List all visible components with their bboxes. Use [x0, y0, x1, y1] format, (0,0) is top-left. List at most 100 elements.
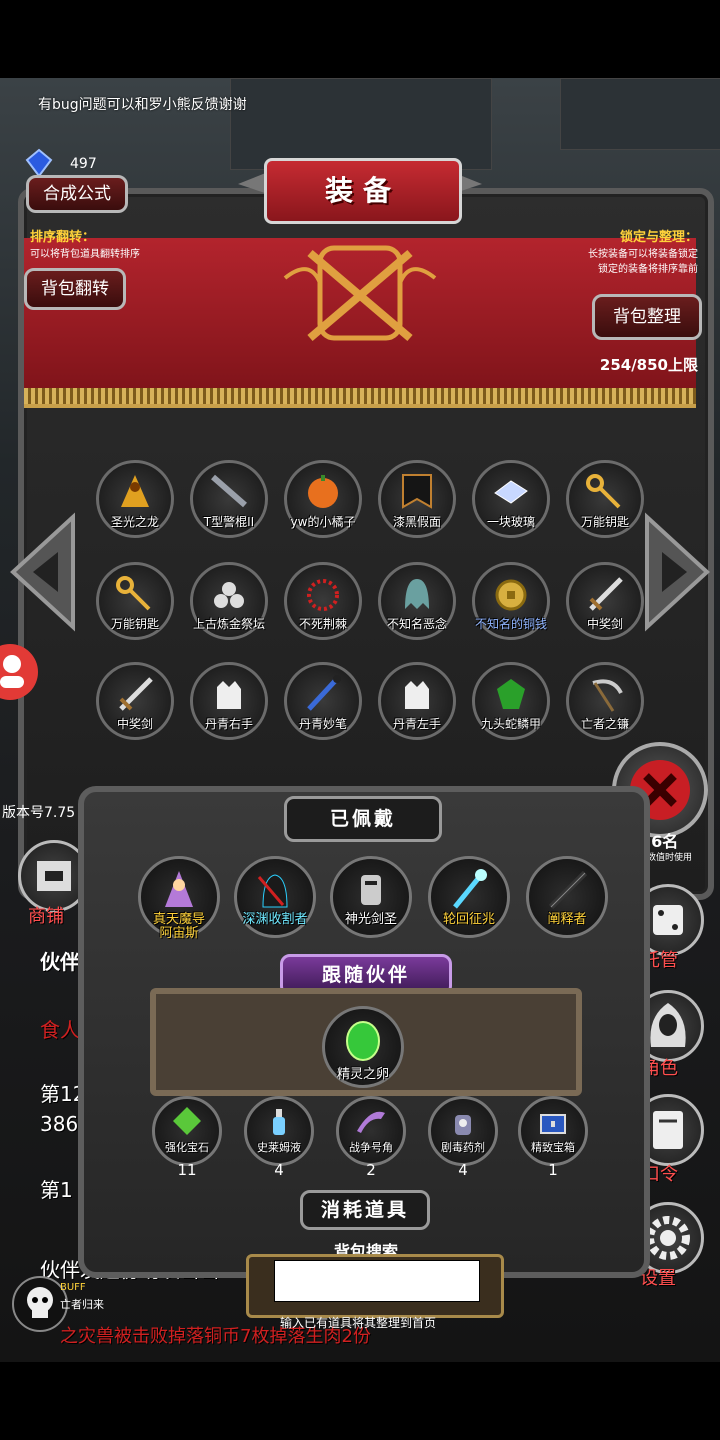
- lock-hint-title: 锁定与整理：: [619, 230, 698, 245]
- inventory-item-label: 万能钥匙: [110, 617, 159, 631]
- inventory-slot[interactable]: 亡者之镰: [566, 662, 644, 740]
- worn-item-label: 深渊收割者: [242, 912, 308, 927]
- inventory-slot[interactable]: 漆黑假面: [378, 460, 456, 538]
- worn-item-label: 神光剑圣: [344, 912, 397, 927]
- consumable-slot[interactable]: 战争号角 2: [336, 1096, 406, 1179]
- consumable-slot[interactable]: 强化宝石 11: [152, 1096, 222, 1179]
- white-glove-icon: [405, 681, 429, 709]
- buff-title: BUFF: [60, 1282, 86, 1293]
- scythe-icon: [592, 679, 623, 712]
- inventory-slot[interactable]: 不死荆棘: [284, 562, 362, 640]
- golden-key-icon: [586, 474, 621, 509]
- consumable-slot[interactable]: 史莱姆液 4: [244, 1096, 314, 1179]
- inventory-slot[interactable]: 九头蛇鳞甲: [472, 662, 550, 740]
- inventory-slot[interactable]: 万能钥匙: [566, 460, 644, 538]
- chat-line: 386: [40, 1112, 79, 1136]
- ice-staff-icon: [453, 869, 487, 909]
- inventory-item-label: 九头蛇鳞甲: [480, 717, 541, 731]
- companion-label: 精灵之卵: [336, 1067, 389, 1082]
- lock-hint: 锁定与整理： 长按装备可以将装备锁定 锁定的装备将排序靠前: [588, 226, 698, 275]
- inventory-slot[interactable]: 一块玻璃: [472, 460, 550, 538]
- status-bar: [0, 0, 720, 78]
- inventory-slot[interactable]: 圣光之龙: [96, 460, 174, 538]
- inventory-item-label: yw的小橘子: [290, 515, 356, 529]
- banner-fringe: [24, 388, 696, 404]
- companion-slot[interactable]: 精灵之卵: [322, 1006, 404, 1088]
- lock-hint-text-2: 锁定的装备将排序靠前: [598, 264, 698, 275]
- inventory-slot[interactable]: 中奖剑: [96, 662, 174, 740]
- page-title: 装备: [264, 158, 462, 224]
- inventory-item-label: 上古炼金祭坛: [192, 617, 265, 631]
- navigation-bar: [0, 1362, 720, 1440]
- potion-icon: [273, 1109, 285, 1135]
- worn-title: 已佩戴: [284, 796, 442, 842]
- demon-mage-icon: [165, 871, 193, 907]
- shop-label: 商铺: [28, 906, 64, 927]
- skull-icon: [27, 1287, 53, 1318]
- crossed-swords-emblem-icon: [283, 245, 437, 342]
- inventory-slot[interactable]: 上古炼金祭坛: [190, 562, 268, 640]
- sort-bag-button[interactable]: 背包整理: [592, 294, 702, 340]
- search-input[interactable]: [274, 1260, 480, 1302]
- worn-slot[interactable]: 深渊收割者: [234, 856, 316, 938]
- consumable-slot[interactable]: 精致宝箱 1: [518, 1096, 588, 1179]
- inventory-item-label: 不知名恶念: [386, 617, 447, 631]
- buff-name: 亡者归来: [60, 1298, 104, 1311]
- recipe-button[interactable]: 合成公式: [26, 175, 128, 213]
- inventory-slot[interactable]: 中奖剑: [566, 562, 644, 640]
- inventory-slot[interactable]: 不知名恶念: [378, 562, 456, 640]
- green-scale-armor-icon: [497, 679, 525, 709]
- inventory-item-label: 中奖剑: [116, 717, 153, 731]
- inventory-slot[interactable]: T型警棍II: [190, 460, 268, 538]
- inventory-item-label: 丹青右手: [204, 717, 253, 731]
- worn-item-label: 阐释者: [547, 912, 587, 927]
- inventory-slot[interactable]: 万能钥匙: [96, 562, 174, 640]
- thorn-ring-icon: [307, 579, 339, 611]
- floating-avatar-button[interactable]: [0, 644, 38, 700]
- consumable-label: 史莱姆液: [257, 1141, 301, 1154]
- currency-display: 497: [24, 148, 144, 178]
- inventory-slot[interactable]: 丹青左手: [378, 662, 456, 740]
- glass-shard-icon: [494, 480, 528, 504]
- green-gem-icon: [173, 1107, 201, 1135]
- inventory-slot[interactable]: 不知名的铜钱: [472, 562, 550, 640]
- flip-bag-button[interactable]: 背包翻转: [24, 268, 126, 310]
- inventory-slot[interactable]: 丹青右手: [190, 662, 268, 740]
- prev-page-arrow[interactable]: [8, 512, 78, 632]
- version-label: 版本号7.75: [2, 805, 76, 821]
- golden-dragon-icon: [121, 475, 149, 507]
- consumable-count: 11: [177, 1161, 197, 1179]
- worn-slot[interactable]: 神光剑圣: [330, 856, 412, 938]
- currency-value: 497: [70, 156, 97, 172]
- next-page-arrow[interactable]: [642, 512, 712, 632]
- castle-tower: [560, 78, 720, 150]
- skull-pile-icon: [214, 582, 244, 608]
- consumable-label: 强化宝石: [165, 1141, 209, 1154]
- coin-icon: [495, 579, 527, 611]
- worn-slot[interactable]: 真天魔导 阿宙斯: [138, 856, 220, 941]
- worn-slot[interactable]: 阐释者: [526, 856, 608, 938]
- inventory-slot[interactable]: yw的小橘子: [284, 460, 362, 538]
- inventory-item-label: 万能钥匙: [580, 515, 629, 529]
- consumable-count: 2: [366, 1161, 376, 1179]
- flip-hint-title: 排序翻转：: [30, 230, 96, 245]
- chest-icon: [540, 1114, 566, 1134]
- green-egg-icon: [346, 1021, 380, 1061]
- game-screen: 有bug问题可以和罗小熊反馈谢谢 497 装备 合成公式 排序翻转： 可以将背包…: [0, 78, 720, 1362]
- notice-text: 有bug问题可以和罗小熊反馈谢谢: [38, 97, 247, 113]
- worn-slot[interactable]: 轮回征兆: [428, 856, 510, 938]
- consumable-label: 精致宝箱: [531, 1141, 575, 1154]
- consumable-slot[interactable]: 剧毒药剂 4: [428, 1096, 498, 1179]
- sword-icon: [589, 577, 623, 611]
- sword-icon: [119, 677, 153, 711]
- reaper-icon: [257, 874, 288, 908]
- inventory-item-label: 漆黑假面: [392, 515, 441, 529]
- inventory-item-label: 中奖剑: [586, 617, 623, 631]
- user-icon: [0, 655, 24, 688]
- inventory-item-label: 亡者之镰: [580, 717, 629, 731]
- inventory-slot[interactable]: 丹青妙笔: [284, 662, 362, 740]
- lock-hint-text-1: 长按装备可以将装备锁定: [588, 249, 698, 260]
- chat-line: 伙伴: [40, 950, 80, 974]
- inventory-item-label: T型警棍II: [203, 515, 255, 529]
- inventory-item-label: 丹青左手: [392, 717, 441, 731]
